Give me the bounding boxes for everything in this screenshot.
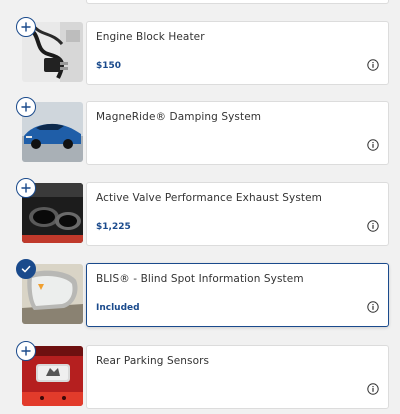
option-card[interactable]: Rear Parking Sensors [86, 345, 389, 409]
checkmark-icon [21, 265, 31, 273]
option-included-label: Included [96, 303, 140, 313]
plus-icon [21, 346, 31, 356]
info-icon[interactable] [367, 301, 379, 313]
option-card[interactable]: Active Valve Performance Exhaust System … [86, 182, 389, 246]
option-name: Engine Block Heater [96, 31, 205, 43]
option-card-selected[interactable]: BLIS® - Blind Spot Information System In… [86, 263, 389, 327]
option-item-active-valve-exhaust[interactable]: Active Valve Performance Exhaust System … [0, 178, 400, 248]
plus-icon [21, 102, 31, 112]
option-item-rear-parking-sensors[interactable]: Rear Parking Sensors [0, 341, 400, 411]
option-name: Active Valve Performance Exhaust System [96, 192, 322, 204]
option-item-magneride-damping-system[interactable]: MagneRide® Damping System [0, 97, 400, 167]
plus-icon [21, 22, 31, 32]
add-option-button[interactable] [16, 17, 36, 37]
add-option-button[interactable] [16, 97, 36, 117]
info-icon[interactable] [367, 139, 379, 151]
info-icon[interactable] [367, 383, 379, 395]
add-option-button[interactable] [16, 341, 36, 361]
option-price: $150 [96, 61, 122, 71]
option-name: BLIS® - Blind Spot Information System [96, 273, 304, 285]
option-card[interactable]: MagneRide® Damping System [86, 101, 389, 165]
option-item-blis[interactable]: BLIS® - Blind Spot Information System In… [0, 259, 400, 329]
option-price: $1,225 [96, 222, 131, 232]
previous-option-card[interactable] [86, 0, 389, 4]
add-option-button[interactable] [16, 178, 36, 198]
option-name: MagneRide® Damping System [96, 111, 262, 123]
plus-icon [21, 183, 31, 193]
option-name: Rear Parking Sensors [96, 355, 210, 367]
option-item-engine-block-heater[interactable]: Engine Block Heater $150 [0, 17, 400, 87]
info-icon[interactable] [367, 59, 379, 71]
selected-option-checkbox[interactable] [16, 259, 36, 279]
option-card[interactable]: Engine Block Heater $150 [86, 21, 389, 85]
info-icon[interactable] [367, 220, 379, 232]
